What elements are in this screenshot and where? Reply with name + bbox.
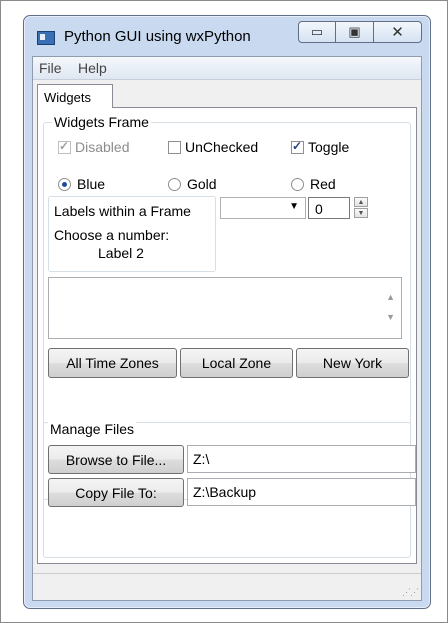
spin-down-icon[interactable]: ▼ (354, 208, 368, 218)
widgets-frame-label: Widgets Frame (52, 114, 151, 130)
checkbox-icon (168, 140, 181, 154)
radio-icon (168, 177, 181, 191)
maximize-button[interactable]: ▣ (336, 21, 374, 43)
choose-number-label: Choose a number: (54, 227, 170, 243)
toggle-checkbox[interactable]: Toggle (291, 139, 349, 155)
close-icon: ✕ (391, 24, 404, 41)
browse-path-field[interactable]: Z:\ (187, 445, 416, 473)
radio-blue[interactable]: Blue (58, 176, 105, 192)
labels-frame: Labels within a Frame Choose a number: L… (48, 196, 216, 272)
client-area: File Help Widgets Widgets Frame Disabled… (32, 56, 422, 601)
unchecked-checkbox[interactable]: UnChecked (168, 139, 258, 155)
minimize-icon: ▭ (310, 24, 324, 39)
radio-icon (291, 177, 304, 191)
number-combobox[interactable]: ▼ (220, 197, 306, 219)
scroll-down-icon[interactable]: ▼ (386, 312, 395, 322)
resize-grip-icon[interactable]: ⋰⋰ (402, 587, 419, 598)
menu-help[interactable]: Help (78, 60, 107, 76)
radio-gold-label: Gold (187, 176, 217, 192)
label-2: Label 2 (98, 245, 144, 261)
labels-frame-label: Labels within a Frame (54, 203, 191, 219)
browse-to-file-button[interactable]: Browse to File... (48, 445, 184, 474)
radio-red-label: Red (310, 176, 336, 192)
app-window: Python GUI using wxPython ▭ ▣ ✕ File Hel… (23, 15, 431, 609)
spinner-value[interactable]: 0 (308, 197, 350, 219)
checkbox-icon (291, 139, 304, 154)
new-york-button[interactable]: New York (296, 348, 409, 378)
radio-gold[interactable]: Gold (168, 176, 217, 192)
close-button[interactable]: ✕ (374, 21, 422, 43)
radio-blue-label: Blue (77, 176, 106, 192)
spin-up-icon[interactable]: ▲ (354, 197, 368, 207)
minimize-button[interactable]: ▭ (298, 21, 336, 43)
local-zone-button[interactable]: Local Zone (180, 348, 293, 378)
window-title: Python GUI using wxPython (64, 28, 251, 45)
restore-icon: ▣ (348, 24, 361, 39)
tab-widgets[interactable]: Widgets (37, 84, 113, 108)
status-bar: ⋰⋰ (33, 573, 421, 600)
toggle-checkbox-label: Toggle (308, 139, 350, 155)
number-spinner[interactable]: 0 ▲ ▼ (308, 197, 371, 219)
copy-path-field[interactable]: Z:\Backup (187, 478, 416, 506)
manage-files-label: Manage Files (48, 421, 137, 437)
menu-file[interactable]: File (39, 60, 62, 76)
disabled-checkbox: Disabled (58, 139, 129, 155)
dropdown-arrow-icon[interactable]: ▼ (289, 201, 299, 212)
copy-file-to-button[interactable]: Copy File To: (48, 478, 184, 507)
app-icon (37, 31, 55, 45)
widgets-tab-pane: Widgets Frame Disabled UnChecked Toggle … (37, 107, 417, 564)
scroll-up-icon[interactable]: ▲ (386, 292, 395, 302)
multiline-text-area[interactable]: ▲ ▼ (48, 277, 402, 339)
caption-buttons: ▭ ▣ ✕ (298, 21, 422, 43)
radio-red[interactable]: Red (291, 176, 336, 192)
all-time-zones-button[interactable]: All Time Zones (48, 348, 177, 378)
checkbox-icon (58, 139, 71, 154)
unchecked-checkbox-label: UnChecked (185, 139, 259, 155)
title-bar[interactable]: Python GUI using wxPython ▭ ▣ ✕ (24, 16, 430, 56)
radio-selected-icon (58, 177, 71, 191)
disabled-checkbox-label: Disabled (75, 139, 130, 155)
menu-bar: File Help (33, 57, 421, 80)
